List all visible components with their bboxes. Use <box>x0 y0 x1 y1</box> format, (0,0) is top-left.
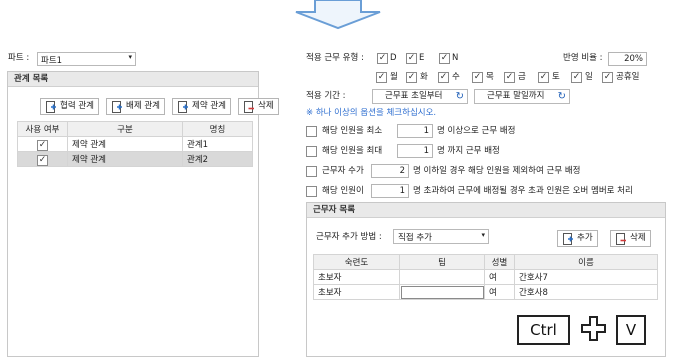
shift-n-label: N <box>452 53 459 63</box>
add-doc-icon <box>46 101 56 113</box>
day-label: 월 <box>390 72 398 82</box>
use-checkbox[interactable]: ✓ <box>37 154 48 166</box>
day-label: 목 <box>486 72 494 82</box>
day-thu-checkbox[interactable]: ✓ <box>472 72 483 83</box>
worker-gender: 여 <box>484 269 515 285</box>
shift-d-checkbox[interactable]: ✓ <box>377 53 388 64</box>
chevron-down-icon: ▾ <box>481 231 485 239</box>
worker-name: 간호사8 <box>514 284 658 300</box>
worker-method-label: 근무자 추가 방법 : <box>316 232 382 242</box>
option-over-input[interactable]: 1 <box>371 184 409 198</box>
option-text: 명 이상으로 근무 배정 <box>437 126 516 136</box>
worker-skill: 초보자 <box>313 284 400 300</box>
ratio-label: 반영 비율 : <box>563 53 603 63</box>
option-text: 명 초과하여 근무에 배정될 경우 초과 인원은 오버 멤버로 처리 <box>413 186 633 196</box>
day-label: 공휴일 <box>616 72 640 82</box>
ratio-input[interactable]: 20% <box>608 52 647 66</box>
day-label: 화 <box>420 72 428 82</box>
relation-name: 관계1 <box>182 136 253 152</box>
cooperate-relation-button[interactable]: 협력 관계 <box>40 98 99 115</box>
exclude-relation-button[interactable]: 배제 관계 <box>106 98 165 115</box>
shift-e-label: E <box>419 53 425 63</box>
column-header: 팀 <box>399 254 485 270</box>
worker-skill: 초보자 <box>313 269 400 285</box>
refresh-icon: ↻ <box>557 91 566 102</box>
delete-doc-icon <box>244 101 254 113</box>
constraint-relation-button[interactable]: 제약 관계 <box>172 98 231 115</box>
workers-table: 숙련도 팀 성별 이름 초보자 여 간호사7 초보자 여 간호사8 <box>313 254 658 300</box>
option-exclude-checkbox[interactable] <box>306 166 317 177</box>
option-min-checkbox[interactable] <box>306 126 317 137</box>
shift-n-checkbox[interactable]: ✓ <box>439 53 450 64</box>
relation-type: 제약 관계 <box>67 151 183 167</box>
column-header: 명칭 <box>182 121 253 137</box>
period-label: 적용 기간 : <box>306 91 346 101</box>
day-label: 일 <box>585 72 593 82</box>
option-min-input[interactable]: 1 <box>397 124 433 138</box>
day-sat-checkbox[interactable]: ✓ <box>538 72 549 83</box>
delete-doc-icon <box>616 233 626 245</box>
option-max-checkbox[interactable] <box>306 146 317 157</box>
table-row[interactable]: ✓ 제약 관계 관계2 <box>17 151 253 167</box>
option-max-input[interactable]: 1 <box>397 144 433 158</box>
period-from-button[interactable]: 근무표 초일부터 ↻ <box>372 89 468 104</box>
use-checkbox[interactable]: ✓ <box>37 139 48 151</box>
column-header: 숙련도 <box>313 254 400 270</box>
add-worker-button[interactable]: 추가 <box>557 230 598 247</box>
column-header: 구분 <box>67 121 183 137</box>
worker-name: 간호사7 <box>514 269 658 285</box>
worker-method-select[interactable]: 직접 추가 ▾ <box>393 229 489 244</box>
day-label: 토 <box>552 72 560 82</box>
option-text: 해당 인원이 <box>322 186 364 196</box>
day-mon-checkbox[interactable]: ✓ <box>376 72 387 83</box>
column-header: 성별 <box>484 254 515 270</box>
delete-relation-button[interactable]: 삭제 <box>238 98 279 115</box>
option-text: 명 까지 근무 배정 <box>437 146 500 156</box>
delete-worker-button[interactable]: 삭제 <box>610 230 651 247</box>
part-select[interactable]: 파트1 ▾ <box>37 52 136 66</box>
workers-title: 근무자 목록 <box>307 203 665 218</box>
relation-name: 관계2 <box>182 151 253 167</box>
shift-type-label: 적용 근무 유형 : <box>306 53 364 63</box>
column-header: 사용 여부 <box>17 121 68 137</box>
table-row[interactable]: ✓ 제약 관계 관계1 <box>17 136 253 152</box>
table-row[interactable]: 초보자 여 간호사8 <box>313 284 658 300</box>
add-doc-icon <box>112 101 122 113</box>
worker-team[interactable] <box>399 284 485 300</box>
day-wed-checkbox[interactable]: ✓ <box>438 72 449 83</box>
add-doc-icon <box>178 101 188 113</box>
relations-table: 사용 여부 구분 명칭 ✓ 제약 관계 관계1 ✓ 제약 관계 관계2 <box>17 121 253 167</box>
relations-title: 관계 목록 <box>8 72 258 87</box>
option-text: 해당 인원을 최소 <box>322 126 383 136</box>
option-text: 명 이하일 경우 해당 인원을 제외하여 근무 배정 <box>413 166 581 176</box>
day-fri-checkbox[interactable]: ✓ <box>504 72 515 83</box>
part-label: 파트 : <box>8 53 30 63</box>
plus-icon <box>581 316 606 341</box>
table-row[interactable]: 초보자 여 간호사7 <box>313 269 658 285</box>
option-text: 해당 인원을 최대 <box>322 146 383 156</box>
day-label: 수 <box>452 72 460 82</box>
option-over-checkbox[interactable] <box>306 186 317 197</box>
period-to-button[interactable]: 근무표 말일까지 ↻ <box>474 89 570 104</box>
worker-team[interactable] <box>399 269 485 285</box>
notice-text: ※ 하나 이상의 옵션을 체크하십시오. <box>306 108 437 118</box>
refresh-icon: ↻ <box>455 91 464 102</box>
day-holiday-checkbox[interactable]: ✓ <box>602 72 613 83</box>
shift-e-checkbox[interactable]: ✓ <box>406 53 417 64</box>
day-sun-checkbox[interactable]: ✓ <box>571 72 582 83</box>
chevron-down-icon: ▾ <box>128 53 132 61</box>
column-header: 이름 <box>514 254 658 270</box>
relation-type: 제약 관계 <box>67 136 183 152</box>
v-key: V <box>616 315 646 345</box>
down-arrow-icon <box>295 0 381 30</box>
add-doc-icon <box>563 233 573 245</box>
option-text: 근무자 수가 <box>322 166 364 176</box>
shift-d-label: D <box>390 53 397 63</box>
option-exclude-input[interactable]: 2 <box>371 164 409 178</box>
day-tue-checkbox[interactable]: ✓ <box>406 72 417 83</box>
ctrl-key: Ctrl <box>517 315 570 345</box>
day-label: 금 <box>518 72 526 82</box>
worker-gender: 여 <box>484 284 515 300</box>
part-value: 파트1 <box>41 56 63 66</box>
